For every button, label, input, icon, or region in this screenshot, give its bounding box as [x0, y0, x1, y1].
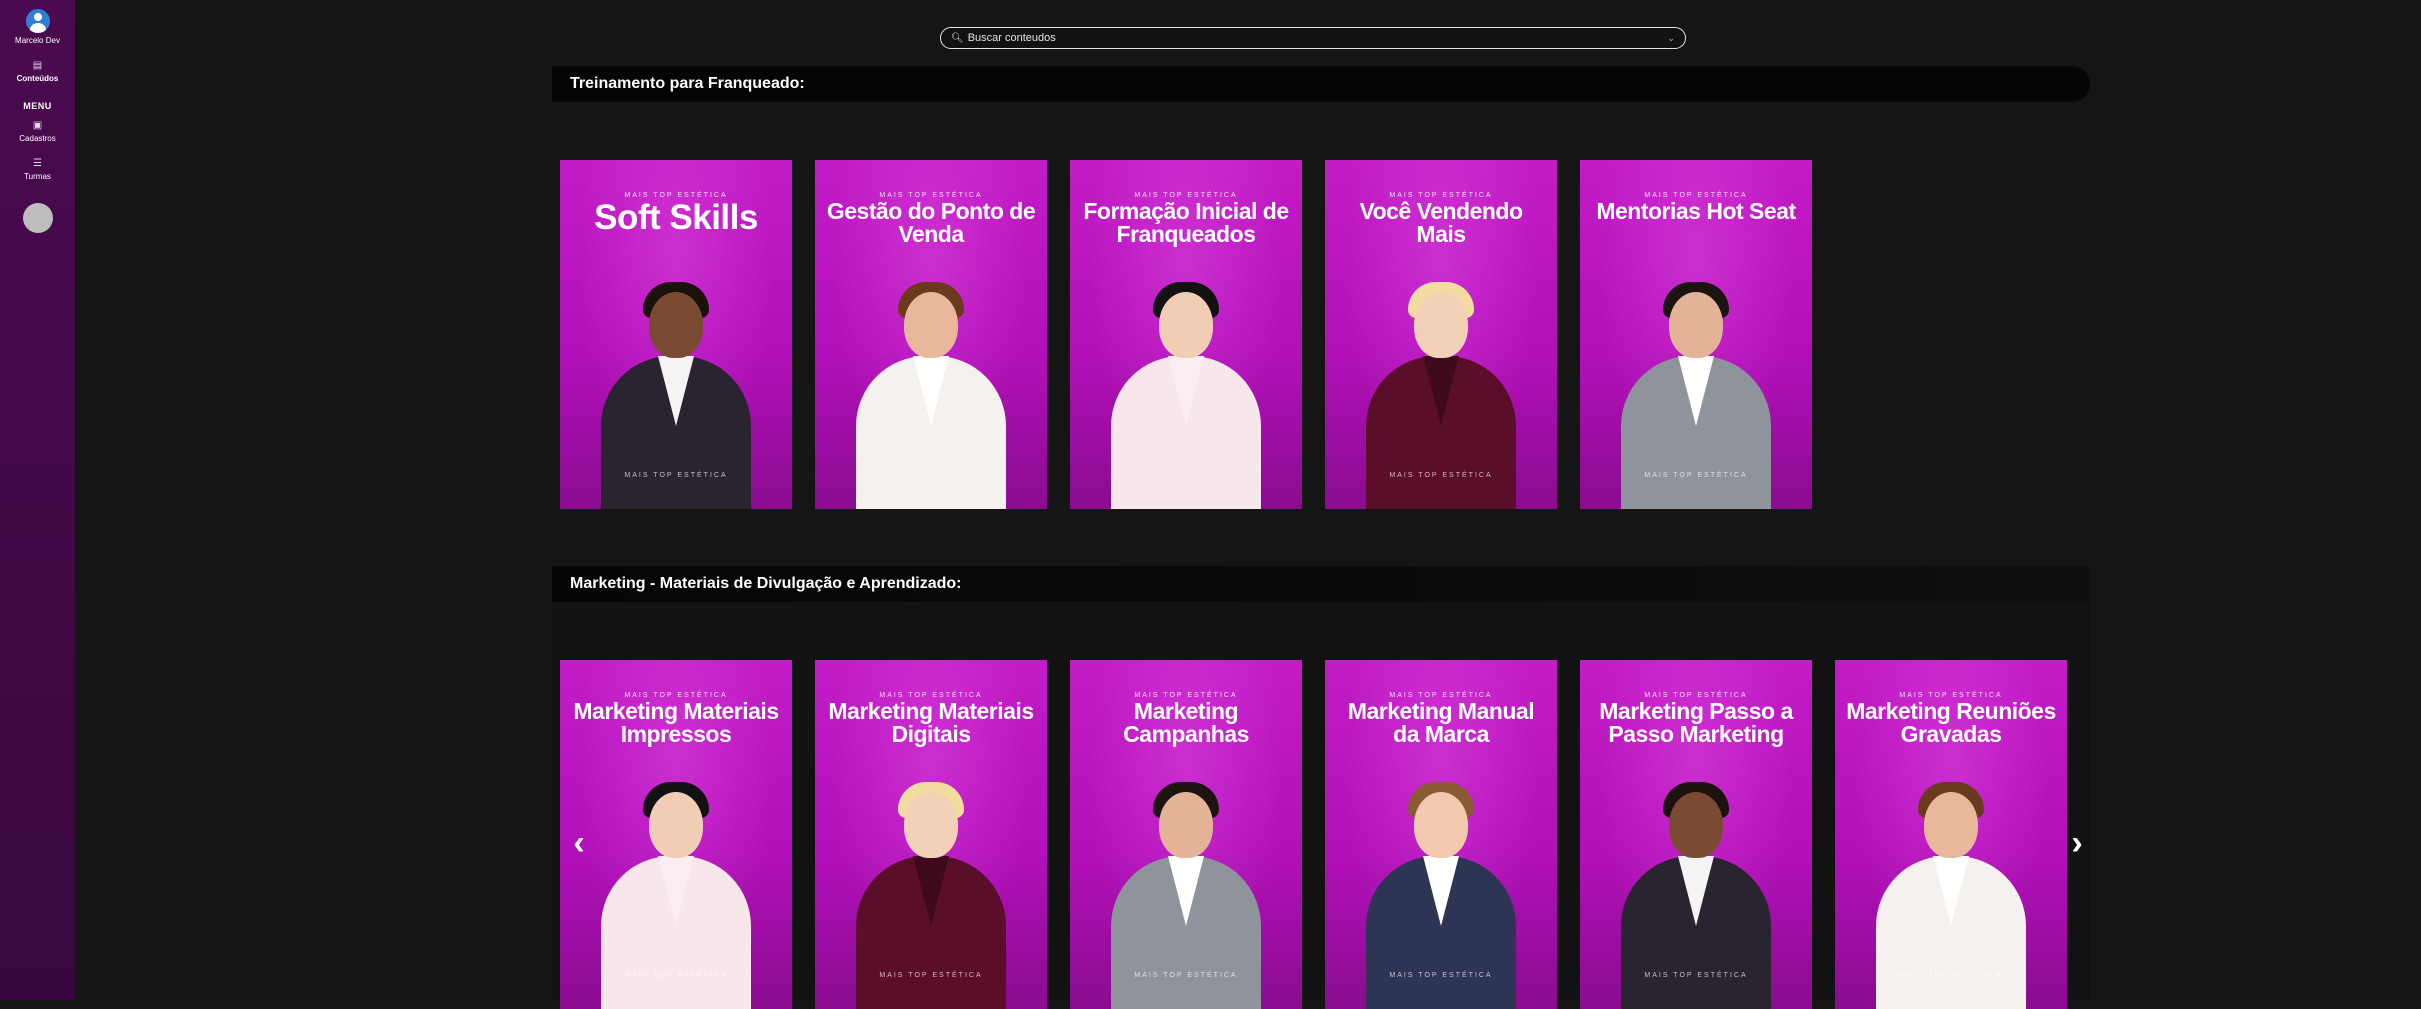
sidebar-item-turmas[interactable]: ☰ Turmas — [24, 158, 51, 182]
card-brand-bottom: MAIS TOP ESTÉTICA — [624, 972, 728, 979]
card-title: Soft Skills — [594, 198, 758, 237]
card-brand-bottom: MAIS TOP ESTÉTICA — [1644, 472, 1748, 479]
section-title-marketing: Marketing - Materiais de Divulgação e Ap… — [552, 566, 2090, 602]
user-avatar-icon[interactable] — [25, 9, 50, 33]
list-icon: ☰ — [33, 158, 42, 169]
course-card[interactable]: MAIS TOP ESTÉTICA Você Vendendo Mais MAIS … — [1325, 160, 1557, 509]
profile-avatar[interactable] — [22, 203, 53, 233]
card-brand-bottom: MAIS TOP ESTÉTICA — [1389, 472, 1493, 479]
card-title: Marketing Campanhas — [1123, 698, 1249, 747]
content-icon: ▤ — [32, 60, 43, 71]
card-brand-bottom: MAIS TOP ESTÉTICA — [1389, 972, 1493, 979]
sidebar-item-label: Conteúdos — [16, 74, 59, 83]
course-card[interactable]: MAIS TOP ESTÉTICA Marketing Campanhas MAIS… — [1070, 660, 1302, 1009]
card-title: Marketing Materiais Digitais — [828, 698, 1034, 747]
section-title-franqueado: Treinamento para Franqueado: — [552, 66, 2090, 102]
card-title: Você Vendendo Mais — [1359, 198, 1523, 247]
card-brand-bottom: MAIS TOP ESTÉTICA — [624, 472, 728, 479]
card-person-image — [1111, 264, 1261, 509]
course-card[interactable]: MAIS TOP ESTÉTICA Marketing Manual da Mar… — [1325, 660, 1557, 1009]
search-input[interactable] — [967, 32, 1668, 44]
card-title: Formação Inicial de Franqueados — [1083, 198, 1289, 247]
card-brand-bottom: MAIS TOP ESTÉTICA — [1899, 972, 2003, 979]
search-icon: 🔍︎ — [951, 32, 964, 44]
user-name: Marcelo Dev — [15, 36, 60, 45]
card-person-image — [856, 264, 1006, 509]
course-card[interactable]: MAIS TOP ESTÉTICA Marketing Materiais Imp… — [560, 660, 792, 1009]
course-card[interactable]: MAIS TOP ESTÉTICA Marketing Reuniões Grav… — [1835, 660, 2067, 1009]
chevron-down-icon[interactable]: ⌄ — [1667, 33, 1675, 44]
course-card[interactable]: MAIS TOP ESTÉTICA Gestão do Ponto de Vend… — [815, 160, 1047, 509]
card-brand-bottom: MAIS TOP ESTÉTICA — [1644, 972, 1748, 979]
sidebar: Marcelo Dev ▤ Conteúdos MENU ▣ Cadastros… — [0, 0, 75, 1000]
register-icon: ▣ — [32, 120, 43, 131]
card-title: Marketing Manual da Marca — [1347, 698, 1535, 747]
card-brand-bottom: MAIS TOP ESTÉTICA — [1134, 972, 1238, 979]
card-brand-bottom: MAIS TOP ESTÉTICA — [879, 972, 983, 979]
carousel-next-button[interactable]: › — [2066, 826, 2088, 860]
sidebar-item-label: Cadastros — [19, 134, 56, 143]
sidebar-user[interactable]: Marcelo Dev — [15, 9, 60, 45]
card-title: Marketing Materiais Impressos — [573, 698, 779, 747]
card-title: Marketing Passo a Passo Marketing — [1599, 698, 1793, 747]
course-card[interactable]: MAIS TOP ESTÉTICA Soft Skills MAIS TOP EST… — [560, 160, 792, 509]
sidebar-item-conteudos[interactable]: ▤ Conteúdos — [16, 60, 59, 84]
sidebar-item-cadastros[interactable]: ▣ Cadastros — [19, 120, 56, 144]
search-bar: 🔍︎ ⌄ — [940, 27, 1686, 49]
card-title: Marketing Reuniões Gravadas — [1846, 698, 2056, 747]
menu-title: MENU — [23, 101, 52, 111]
course-card[interactable]: MAIS TOP ESTÉTICA Marketing Materiais Dig… — [815, 660, 1047, 1009]
course-card[interactable]: MAIS TOP ESTÉTICA Formação Inicial de Fra… — [1070, 160, 1302, 509]
carousel-prev-button[interactable]: ‹ — [568, 826, 590, 860]
course-card[interactable]: MAIS TOP ESTÉTICA Mentorias Hot Seat MAIS … — [1580, 160, 1812, 509]
card-title: Gestão do Ponto de Venda — [826, 198, 1036, 247]
course-card[interactable]: MAIS TOP ESTÉTICA Marketing Passo a Passo… — [1580, 660, 1812, 1009]
card-title: Mentorias Hot Seat — [1596, 198, 1796, 224]
sidebar-item-label: Turmas — [24, 172, 51, 181]
